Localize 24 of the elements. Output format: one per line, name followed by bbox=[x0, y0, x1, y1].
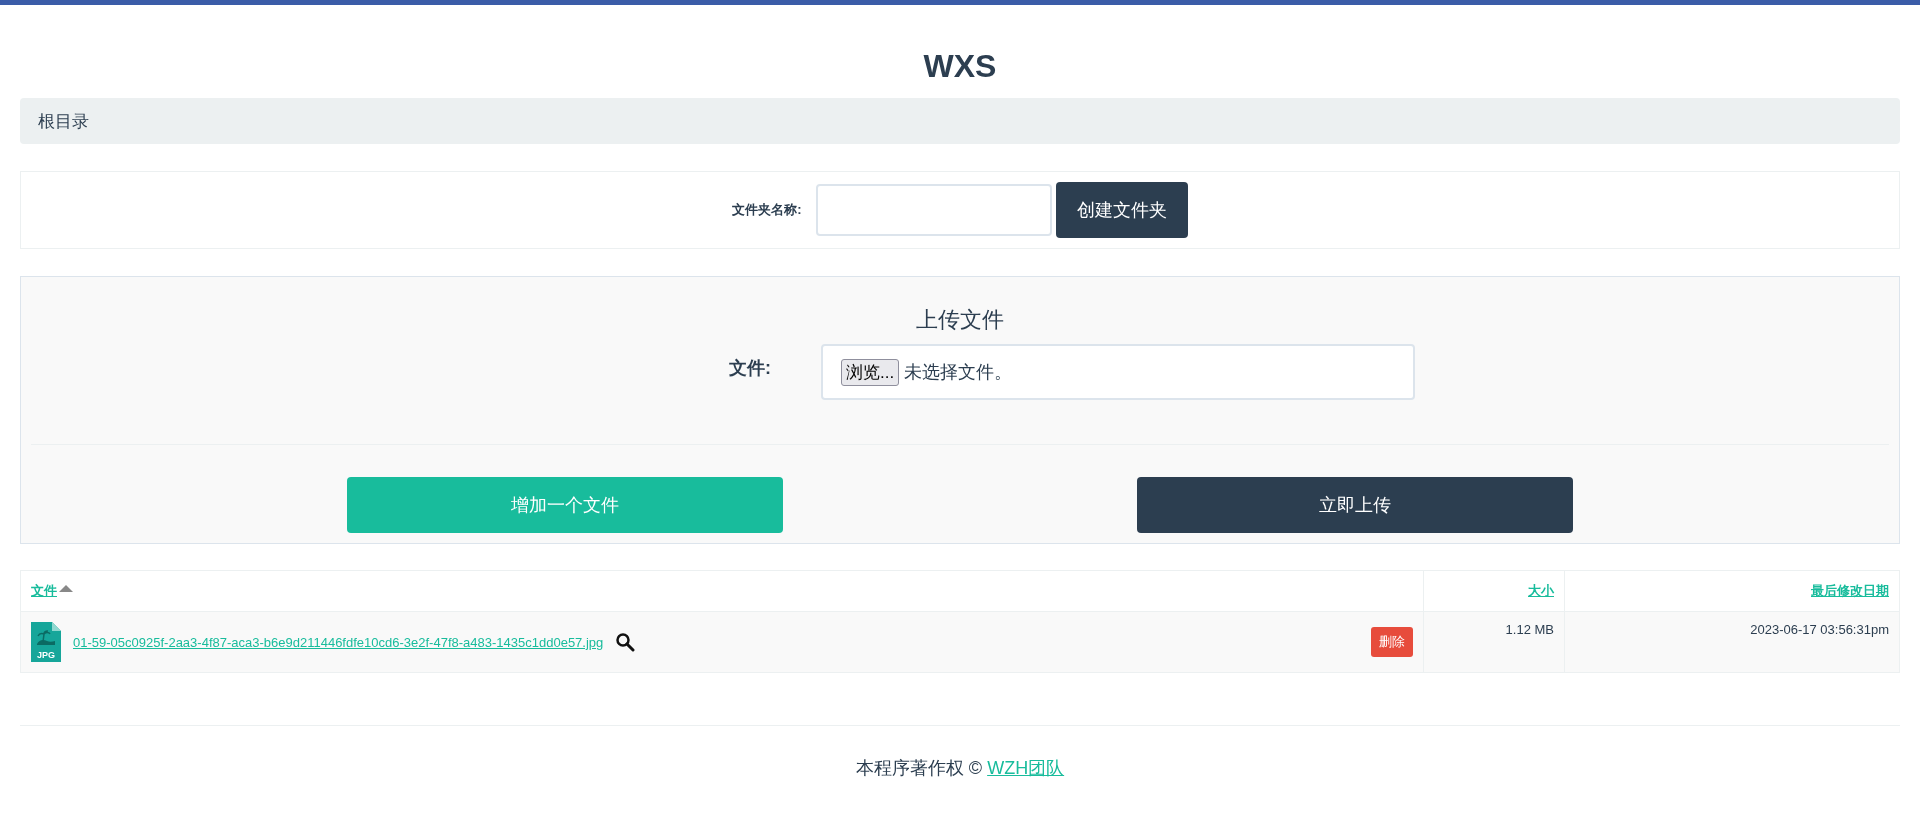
delete-button[interactable]: 删除 bbox=[1371, 627, 1413, 657]
upload-now-button[interactable]: 立即上传 bbox=[1137, 477, 1573, 533]
create-folder-button[interactable]: 创建文件夹 bbox=[1055, 182, 1188, 238]
search-icon[interactable] bbox=[615, 632, 636, 652]
file-size: 1.12 MB bbox=[1423, 611, 1565, 673]
folder-name-field[interactable] bbox=[815, 184, 1052, 236]
sort-up-icon bbox=[59, 585, 73, 592]
file-input-field[interactable]: 浏览... 未选择文件。 bbox=[821, 344, 1415, 400]
file-label: 文件: bbox=[729, 357, 772, 380]
file-link[interactable]: 01-59-05c0925f-2aa3-4f87-aca3-b6e9d211446fdfe10cd6-3e2f-47f8-a483-1435c1dd0e57.jpg bbox=[73, 634, 604, 650]
upload-title: 上传文件 bbox=[915, 306, 1005, 334]
file-status-text: 未选择文件。 bbox=[904, 361, 1013, 384]
copyright-text: 本程序著作权 © bbox=[855, 758, 983, 778]
team-link[interactable]: WZH团队 bbox=[987, 758, 1065, 778]
site-title: WXS bbox=[922, 47, 998, 86]
column-header-link[interactable]: 最后修改日期 bbox=[1811, 583, 1889, 598]
add-file-button[interactable]: 增加一个文件 bbox=[347, 477, 783, 533]
browse-button[interactable]: 浏览... bbox=[841, 358, 900, 386]
folder-name-label: 文件夹名称: bbox=[732, 201, 802, 219]
image-file-icon: JPG bbox=[31, 622, 61, 662]
modified-date: 2023-06-17 03:56:31pm bbox=[1564, 611, 1900, 673]
breadcrumb-item[interactable]: 根目录 bbox=[38, 109, 89, 133]
column-header-link[interactable]: 文件 bbox=[31, 583, 57, 598]
column-header-link[interactable]: 大小 bbox=[1528, 583, 1554, 598]
